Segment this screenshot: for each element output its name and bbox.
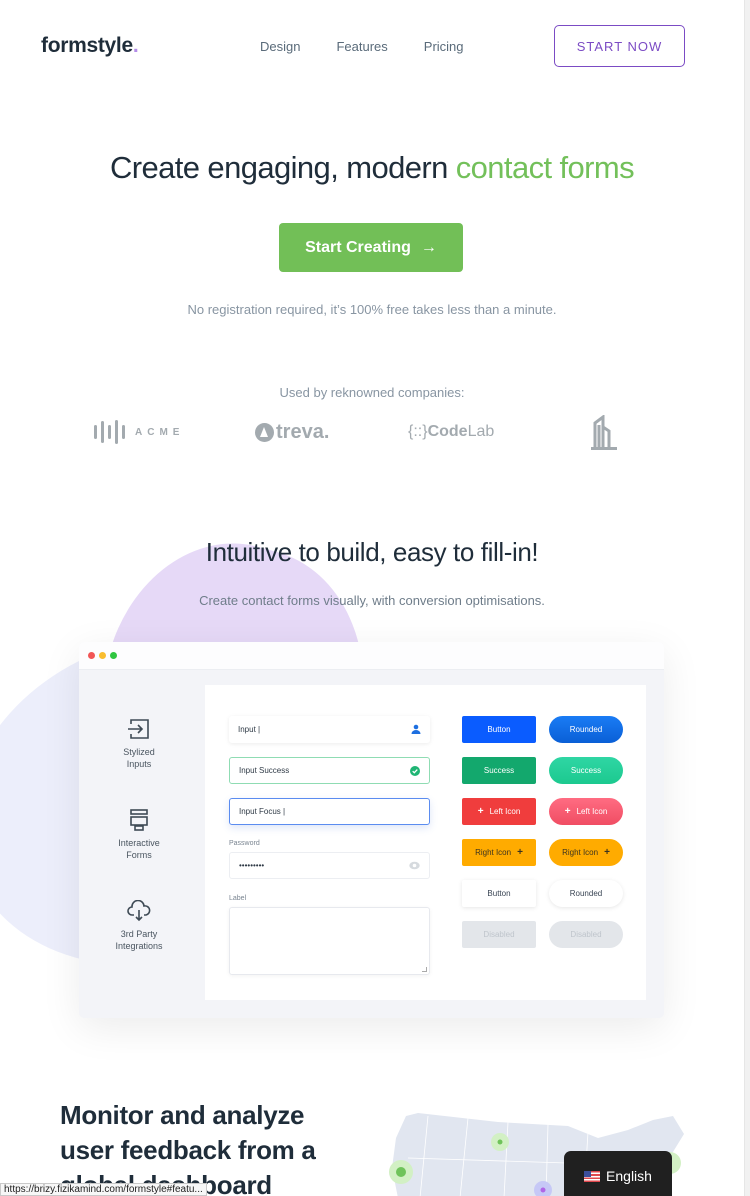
form-preview-panel: Input | Input Success Input Focus | Pass… — [205, 685, 646, 1000]
demo-button-primary[interactable]: Button — [462, 716, 536, 743]
input-success[interactable]: Input Success — [229, 757, 430, 784]
button-label: Disabled — [570, 930, 602, 939]
hero-title-main: Create engaging, modern — [109, 150, 456, 185]
app-preview-window: Stylized Inputs Interactive Forms 3rd Pa… — [79, 642, 664, 1018]
plus-icon: + — [477, 806, 484, 817]
window-maximize-dot — [110, 652, 117, 659]
eye-icon[interactable] — [409, 861, 420, 870]
brand-logo[interactable]: formstyle. — [41, 34, 139, 58]
demo-button-left-icon-rounded[interactable]: + Left Icon — [549, 798, 623, 825]
button-label: Right Icon — [562, 848, 599, 857]
sidebar-label-line2: Forms — [126, 850, 152, 860]
demo-button-right-icon-rounded[interactable]: Right Icon + — [549, 839, 623, 866]
user-icon — [411, 724, 421, 734]
plus-icon: + — [564, 806, 571, 817]
input-default-value: Input | — [238, 725, 261, 734]
button-label: Success — [483, 766, 515, 775]
features-subtitle: Create contact forms visually, with conv… — [199, 593, 545, 608]
logo-text: formstyle — [41, 34, 133, 57]
start-creating-button[interactable]: Start Creating → — [279, 223, 463, 272]
treva-rocket-icon — [255, 423, 274, 442]
sidebar-label-line1: 3rd Party — [120, 929, 158, 939]
hero-title-accent: contact forms — [455, 150, 635, 185]
window-titlebar — [79, 642, 664, 670]
button-label: Rounded — [569, 889, 603, 898]
login-arrow-icon — [128, 719, 149, 739]
button-label: Rounded — [569, 725, 603, 734]
demo-button-right-icon[interactable]: Right Icon + — [462, 839, 536, 866]
demo-button-success-rounded[interactable]: Success — [549, 757, 623, 784]
us-flag-icon — [584, 1170, 601, 1182]
sidebar-label-line2: Inputs — [126, 759, 152, 769]
password-label: Password — [229, 840, 260, 847]
sidebar-item-integrations[interactable]: 3rd Party Integrations — [79, 900, 199, 952]
plus-icon: + — [517, 847, 523, 858]
password-value: ••••••••• — [239, 861, 265, 870]
building-logo-icon — [589, 415, 617, 451]
window-close-dot — [88, 652, 95, 659]
company-logos: ACME treva. {::} Code Lab — [0, 415, 744, 455]
logo-dot: . — [132, 34, 139, 57]
demo-button-white-rounded[interactable]: Rounded — [549, 880, 623, 907]
acme-logo: ACME — [94, 420, 184, 444]
main-nav: Design Features Pricing — [260, 39, 464, 54]
arrow-right-icon: → — [420, 238, 437, 256]
input-default[interactable]: Input | — [229, 716, 430, 743]
hero-title: Create engaging, modern contact forms — [0, 150, 744, 186]
codelab-braces-icon: {::} — [408, 423, 428, 440]
acme-bars-icon — [94, 420, 125, 444]
codelab-light: Lab — [467, 423, 495, 440]
demo-button-disabled: Disabled — [462, 921, 536, 948]
sidebar-item-interactive-forms[interactable]: Interactive Forms — [79, 809, 199, 861]
features-title: Intuitive to build, easy to fill-in! — [205, 537, 539, 567]
treva-text: treva. — [276, 421, 330, 443]
acme-text: ACME — [135, 426, 185, 438]
demo-button-left-icon[interactable]: + Left Icon — [462, 798, 536, 825]
sidebar-label-line1: Interactive — [118, 838, 160, 848]
input-focus-value: Input Focus | — [239, 807, 286, 816]
demo-button-disabled-rounded: Disabled — [549, 921, 623, 948]
nav-pricing[interactable]: Pricing — [424, 39, 464, 54]
window-minimize-dot — [99, 652, 106, 659]
nav-design[interactable]: Design — [260, 39, 300, 54]
language-switcher[interactable]: English — [564, 1151, 672, 1196]
cloud-download-icon — [127, 900, 151, 922]
codelab-bold: Code — [427, 423, 468, 440]
plus-icon: + — [604, 847, 610, 858]
input-focus[interactable]: Input Focus | — [229, 798, 430, 825]
demo-button-success[interactable]: Success — [462, 757, 536, 784]
check-circle-icon — [410, 766, 420, 776]
input-success-value: Input Success — [239, 766, 290, 775]
nav-features[interactable]: Features — [336, 39, 387, 54]
sidebar-label-line1: Stylized — [123, 747, 155, 757]
page-scrollbar[interactable] — [744, 0, 750, 1196]
textarea-label: Label — [229, 895, 247, 902]
start-now-button[interactable]: START NOW — [554, 25, 685, 67]
button-label: Disabled — [483, 930, 515, 939]
browser-status-url: https://brizy.fizikamind.com/formstyle#f… — [0, 1183, 207, 1196]
treva-logo: treva. — [255, 421, 329, 444]
codelab-logo: {::} Code Lab — [408, 423, 494, 441]
button-label: Success — [570, 766, 602, 775]
sidebar-item-stylized-inputs[interactable]: Stylized Inputs — [79, 718, 199, 770]
label-textarea[interactable] — [229, 907, 430, 975]
hero-subtitle: No registration required, it’s 100% free… — [187, 302, 557, 317]
language-label: English — [606, 1168, 652, 1184]
demo-button-rounded[interactable]: Rounded — [549, 716, 623, 743]
start-creating-label: Start Creating — [305, 238, 411, 256]
form-layout-icon — [130, 809, 148, 831]
password-input[interactable]: ••••••••• — [229, 852, 430, 879]
analytics-title: Monitor and analyze user feedback from a… — [60, 1100, 316, 1196]
demo-button-white[interactable]: Button — [462, 880, 536, 907]
button-label: Button — [487, 725, 511, 734]
companies-label: Used by reknowned companies: — [279, 385, 465, 400]
button-label: Button — [487, 889, 511, 898]
sidebar-label-line2: Integrations — [115, 941, 163, 951]
button-label: Left Icon — [576, 807, 608, 816]
button-label: Left Icon — [489, 807, 521, 816]
button-label: Right Icon — [475, 848, 512, 857]
